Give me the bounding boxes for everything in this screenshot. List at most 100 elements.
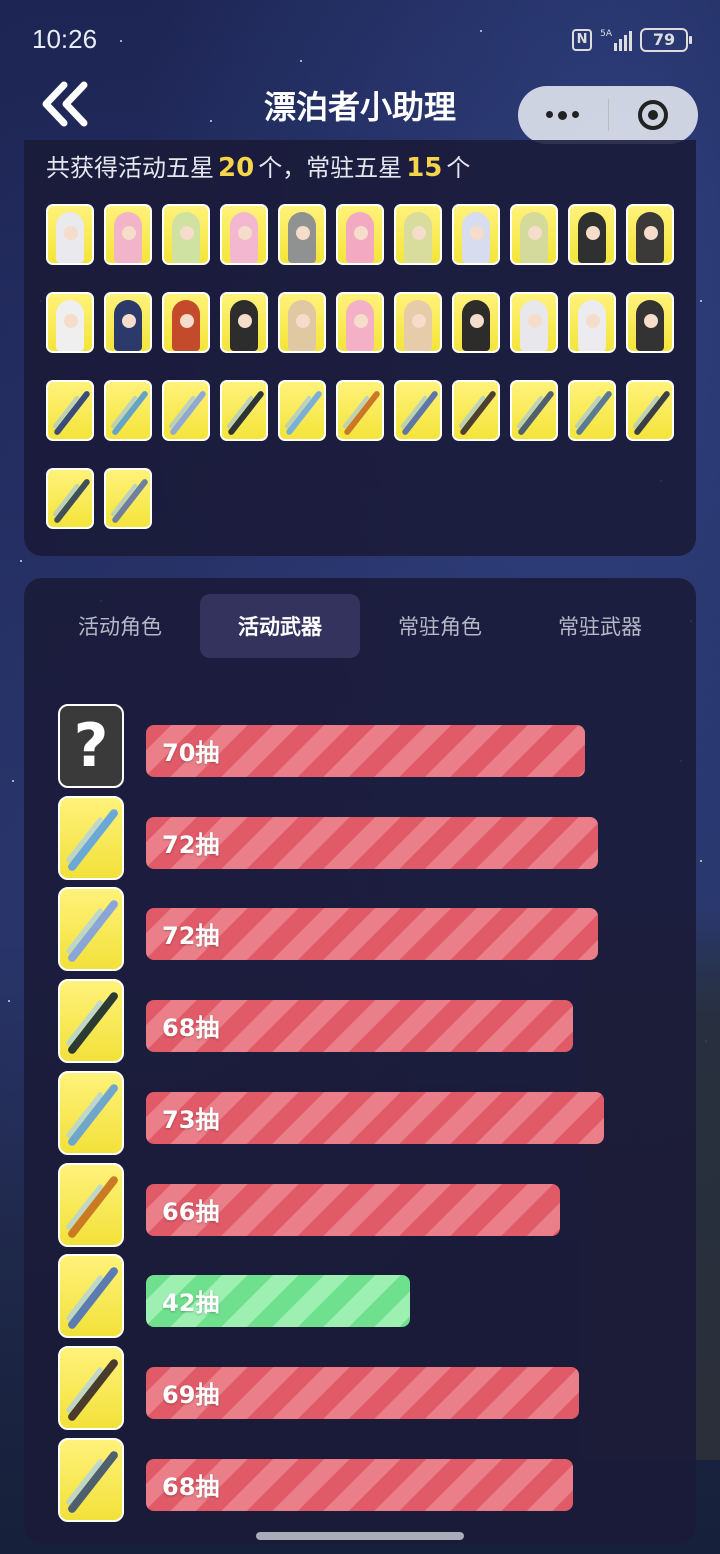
weapon-blade (66, 1449, 120, 1515)
pull-count-label: 68抽 (162, 1473, 220, 1501)
character-avatar[interactable] (336, 204, 384, 265)
weapon-icon[interactable] (46, 380, 94, 441)
weapon-icon[interactable] (162, 380, 210, 441)
close-miniapp-button[interactable] (609, 100, 699, 130)
tab-0[interactable]: 活动角色 (40, 594, 200, 658)
weapon-icon[interactable] (568, 380, 616, 441)
character-avatar[interactable] (626, 292, 674, 353)
character-avatar[interactable] (220, 292, 268, 353)
pull-row: 72抽 (58, 885, 678, 971)
character-avatar[interactable] (394, 204, 442, 265)
pull-history-card: 活动角色 活动武器 常驻角色 常驻武器 ? 70抽 72抽 72抽 68抽 73抽 66抽 42抽 6… (24, 578, 696, 1544)
weapon-icon[interactable] (58, 1438, 124, 1522)
character-avatar[interactable] (510, 292, 558, 353)
weapon-icon[interactable] (58, 796, 124, 880)
character-avatar[interactable] (568, 292, 616, 353)
more-button[interactable] (518, 110, 608, 120)
home-indicator[interactable] (256, 1532, 464, 1540)
pull-count-bar: 72抽 (146, 817, 598, 869)
character-avatar[interactable] (104, 204, 152, 265)
weapon-icon[interactable] (394, 380, 442, 441)
weapon-blade (66, 1174, 120, 1240)
character-avatar[interactable] (104, 292, 152, 353)
character-face (122, 314, 136, 328)
weapon-icon[interactable] (626, 380, 674, 441)
character-face (470, 314, 484, 328)
pull-count-label: 68抽 (162, 1014, 220, 1042)
pull-count-bar: 68抽 (146, 1000, 573, 1052)
weapon-blade (66, 898, 120, 964)
character-face (64, 226, 78, 240)
summary-mid: 个，常驻五星 (258, 154, 403, 182)
weapon-icon[interactable] (104, 380, 152, 441)
status-bar: 10:26 N 5A 79 (0, 0, 720, 80)
character-avatar[interactable] (162, 204, 210, 265)
character-avatar[interactable] (162, 292, 210, 353)
weapon-icon[interactable] (58, 887, 124, 971)
character-avatar[interactable] (568, 204, 616, 265)
character-avatar[interactable] (220, 204, 268, 265)
weapon-icon[interactable] (58, 1254, 124, 1338)
weapon-icon[interactable] (104, 468, 152, 529)
weapon-icon[interactable] (220, 380, 268, 441)
standard-five-star-count: 15 (406, 153, 443, 183)
weapon-icon[interactable] (510, 380, 558, 441)
pull-count-label: 69抽 (162, 1381, 220, 1409)
character-face (180, 314, 194, 328)
weapon-icon[interactable] (46, 468, 94, 529)
pull-row: 73抽 (58, 1069, 678, 1155)
weapon-blade (53, 477, 91, 525)
character-avatar[interactable] (278, 204, 326, 265)
character-avatar[interactable] (46, 292, 94, 353)
target-icon (638, 100, 669, 130)
weapon-icon[interactable] (58, 979, 124, 1063)
banner-tabs: 活动角色 活动武器 常驻角色 常驻武器 (40, 594, 680, 658)
weapon-blade (111, 477, 149, 525)
character-avatar[interactable] (278, 292, 326, 353)
pull-count-label: 73抽 (162, 1106, 220, 1134)
character-avatar[interactable] (394, 292, 442, 353)
tab-2[interactable]: 常驻角色 (360, 594, 520, 658)
character-avatar[interactable] (626, 204, 674, 265)
character-face (528, 314, 542, 328)
pull-row: 72抽 (58, 794, 678, 880)
weapon-blade (517, 389, 555, 437)
pull-count-bar: 42抽 (146, 1275, 410, 1327)
character-avatar[interactable] (336, 292, 384, 353)
pull-row: 66抽 (58, 1161, 678, 1247)
weapon-blade (459, 389, 497, 437)
character-avatar[interactable] (452, 292, 500, 353)
weapon-icon[interactable] (58, 1071, 124, 1155)
weapon-blade (169, 389, 207, 437)
character-face (586, 314, 600, 328)
weapon-icon[interactable] (452, 380, 500, 441)
character-avatar[interactable] (46, 204, 94, 265)
tab-3[interactable]: 常驻武器 (520, 594, 680, 658)
weapon-icon[interactable] (278, 380, 326, 441)
character-avatar[interactable] (510, 204, 558, 265)
character-face (412, 226, 426, 240)
pull-row: 68抽 (58, 1436, 678, 1522)
summary-prefix: 共获得活动五星 (46, 154, 214, 182)
pull-count-bar: 70抽 (146, 725, 585, 777)
network-type: 5A (600, 29, 612, 39)
weapon-blade (53, 389, 91, 437)
weapon-blade (66, 1265, 120, 1331)
status-time: 10:26 (32, 24, 98, 54)
status-icons: N 5A 79 (572, 28, 692, 52)
unknown-item-icon[interactable]: ? (58, 704, 124, 788)
weapon-icon[interactable] (58, 1346, 124, 1430)
weapon-blade (401, 389, 439, 437)
summary-text: 共获得活动五星 20 个，常驻五星 15 个 (46, 148, 470, 183)
character-face (412, 314, 426, 328)
pull-count-bar: 73抽 (146, 1092, 604, 1144)
weapon-icon[interactable] (58, 1163, 124, 1247)
weapon-blade (66, 1357, 120, 1423)
pull-count-label: 72抽 (162, 831, 220, 859)
tab-1[interactable]: 活动武器 (200, 594, 360, 658)
pull-row: 69抽 (58, 1344, 678, 1430)
weapon-icon[interactable] (336, 380, 384, 441)
character-avatar[interactable] (452, 204, 500, 265)
pull-count-label: 70抽 (162, 739, 220, 767)
summary-suffix: 个 (446, 154, 471, 182)
